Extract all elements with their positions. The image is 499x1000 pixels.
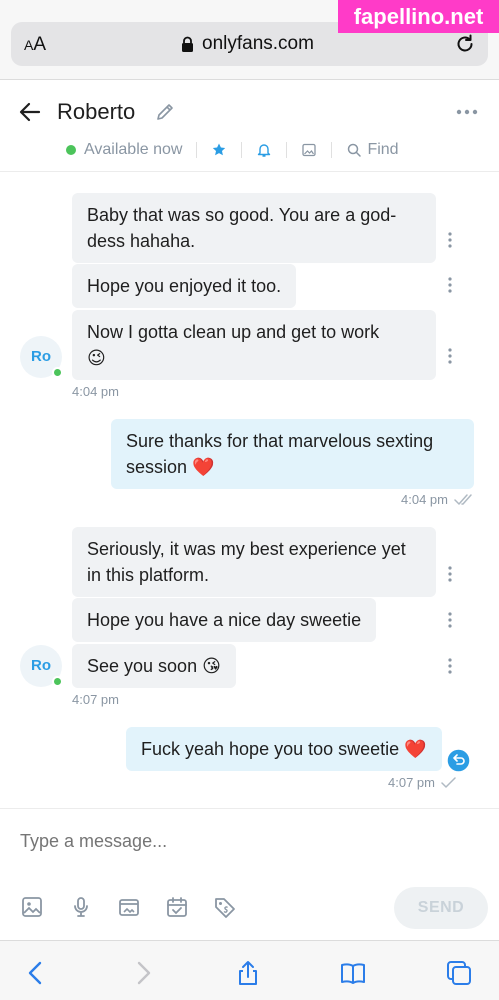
chat-header: Roberto Available now Find xyxy=(0,80,499,172)
message-timestamp: 4:07 pm xyxy=(72,692,119,707)
online-indicator xyxy=(52,676,63,687)
find-button[interactable]: Find xyxy=(367,141,398,159)
url-text: onlyfans.com xyxy=(202,33,314,54)
online-indicator xyxy=(52,367,63,378)
message-menu-icon[interactable] xyxy=(448,348,452,364)
search-icon[interactable] xyxy=(346,142,362,158)
message-text: See you soon xyxy=(87,656,198,676)
incoming-message[interactable]: Seriously, it was my best experience yet… xyxy=(72,527,436,597)
tabs-icon[interactable] xyxy=(445,959,473,987)
avatar[interactable]: Ro xyxy=(20,336,63,378)
send-button[interactable]: SEND xyxy=(394,887,488,929)
pencil-icon[interactable] xyxy=(155,102,175,122)
message-timestamp: 4:04 pm xyxy=(401,492,474,507)
message-input[interactable] xyxy=(20,831,460,852)
kiss-emoji: 😘 xyxy=(202,656,221,676)
outgoing-message[interactable]: Fuck yeah hope you too sweetie ❤️ xyxy=(126,727,442,771)
message-menu-icon[interactable] xyxy=(448,232,452,248)
avatar[interactable]: Ro xyxy=(20,645,63,687)
more-options-icon[interactable] xyxy=(455,102,479,122)
avatar-initials: Ro xyxy=(31,657,51,674)
timestamp-text: 4:04 pm xyxy=(401,492,448,507)
contact-name[interactable]: Roberto xyxy=(57,99,135,125)
outgoing-message[interactable]: Sure thanks for that marvelous sexting s… xyxy=(111,419,474,489)
heart-emoji: ❤️ xyxy=(192,457,215,477)
bookmarks-icon[interactable] xyxy=(339,959,367,987)
browser-bottom-toolbar xyxy=(0,940,499,1000)
microphone-icon[interactable] xyxy=(69,895,93,919)
price-tag-icon[interactable] xyxy=(213,895,237,919)
double-check-icon xyxy=(454,493,472,505)
message-timestamp: 4:07 pm xyxy=(388,775,457,790)
message-text: Sure thanks for that marvelous sexting s… xyxy=(126,431,434,477)
divider xyxy=(331,142,333,158)
message-menu-icon[interactable] xyxy=(448,612,452,628)
message-text: Hope you enjoyed it too. xyxy=(87,276,282,296)
browser-back-icon[interactable] xyxy=(22,959,50,987)
timestamp-text: 4:07 pm xyxy=(388,775,435,790)
message-menu-icon[interactable] xyxy=(448,277,452,293)
message-menu-icon[interactable] xyxy=(448,566,452,582)
message-text: Fuck yeah hope you too sweetie xyxy=(141,739,400,759)
calendar-icon[interactable] xyxy=(165,895,189,919)
avatar-initials: Ro xyxy=(31,348,51,365)
reload-icon[interactable] xyxy=(454,33,476,55)
message-composer: SEND xyxy=(0,808,499,940)
divider xyxy=(286,142,288,158)
back-arrow-icon[interactable] xyxy=(18,100,42,124)
incoming-message[interactable]: Baby that was so good. You are a god-des… xyxy=(72,193,436,263)
image-icon[interactable] xyxy=(301,142,317,158)
divider xyxy=(241,142,243,158)
lock-icon xyxy=(181,36,194,52)
share-icon[interactable] xyxy=(234,959,262,987)
heart-emoji: ❤️ xyxy=(404,739,427,759)
text-size-button[interactable]: AA xyxy=(24,34,46,56)
vault-icon[interactable] xyxy=(117,895,141,919)
incoming-message[interactable]: Hope you enjoyed it too. xyxy=(72,264,297,308)
online-dot xyxy=(66,145,76,155)
wink-emoji: 😉 xyxy=(87,348,106,368)
incoming-message[interactable]: See you soon 😘 xyxy=(72,644,236,688)
message-list[interactable]: Baby that was so good. You are a god-des… xyxy=(0,172,499,808)
availability-status: Available now xyxy=(84,141,183,158)
divider xyxy=(196,142,198,158)
image-icon[interactable] xyxy=(20,895,44,919)
bell-icon[interactable] xyxy=(256,142,272,158)
message-timestamp: 4:04 pm xyxy=(72,384,119,399)
message-text: Hope you have a nice day sweetie xyxy=(87,610,362,630)
message-text: Now I gotta clean up and get to work xyxy=(87,322,380,342)
undo-icon[interactable] xyxy=(446,748,471,773)
message-menu-icon[interactable] xyxy=(448,658,452,674)
check-icon xyxy=(441,776,456,788)
url-display[interactable]: onlyfans.com xyxy=(181,33,314,55)
incoming-message[interactable]: Hope you have a nice day sweetie xyxy=(72,598,377,642)
message-text: Baby that was so good. You are a god-des… xyxy=(87,205,397,251)
status-row: Available now Find xyxy=(66,140,399,160)
browser-forward-icon[interactable] xyxy=(129,959,157,987)
star-icon[interactable] xyxy=(211,142,227,158)
message-text: Seriously, it was my best experience yet… xyxy=(87,539,406,585)
incoming-message[interactable]: Now I gotta clean up and get to work 😉 xyxy=(72,310,436,380)
watermark: fapellino.net xyxy=(338,0,499,33)
